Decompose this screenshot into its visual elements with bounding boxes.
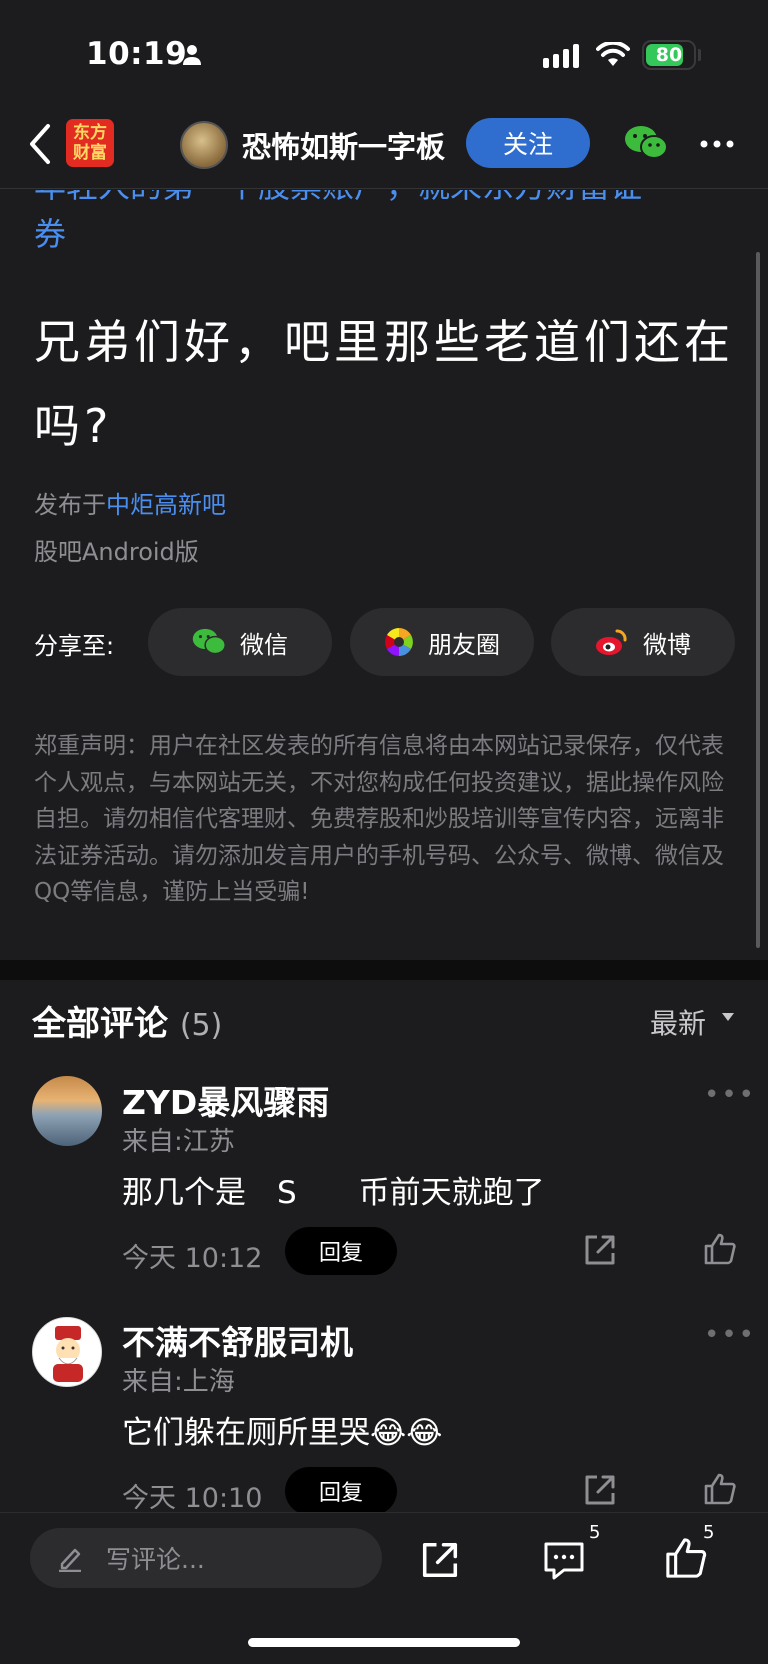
section-divider	[0, 960, 768, 980]
person-icon	[183, 45, 201, 65]
share-moments-button[interactable]: 朋友圈	[350, 608, 534, 676]
posted-in: 发布于中炬高新吧	[34, 485, 226, 520]
wifi-icon	[596, 42, 630, 66]
more-options-icon[interactable]	[700, 140, 734, 148]
comment-placeholder: 写评论...	[106, 1545, 205, 1574]
moments-icon	[385, 628, 413, 656]
comment-author[interactable]: ZYD暴风骤雨	[122, 1076, 329, 1124]
avatar-illustration	[53, 1326, 83, 1382]
status-time: 10:19	[86, 36, 188, 72]
comment-text: 那几个是 S 币前天就跑了	[122, 1175, 545, 1211]
comment-avatar[interactable]	[32, 1076, 102, 1146]
comment-more-icon[interactable]: •••	[704, 1320, 756, 1350]
home-indicator[interactable]	[248, 1638, 520, 1647]
share-wechat-label: 微信	[240, 630, 288, 659]
sort-caret-icon[interactable]	[722, 1013, 734, 1021]
battery-level: 80	[655, 44, 683, 66]
comment-count-badge: 5	[589, 1522, 601, 1543]
share-icon[interactable]	[583, 1233, 617, 1267]
board-link[interactable]: 中炬高新吧	[106, 491, 226, 519]
comment-time: 今天 10:10	[122, 1483, 263, 1514]
back-arrow-icon[interactable]	[26, 122, 52, 166]
comment-text: 它们躲在厕所里哭😂😂	[122, 1415, 443, 1451]
wechat-share-icon[interactable]	[624, 125, 668, 161]
post-title: 兄弟们好，吧里那些老道们还在吗?	[34, 315, 734, 453]
pencil-icon	[59, 1548, 81, 1572]
comment-time: 今天 10:12	[122, 1243, 263, 1274]
client-source: 股吧Android版	[34, 538, 199, 566]
reply-button[interactable]: 回复	[285, 1467, 397, 1515]
comment-input[interactable]: 写评论...	[30, 1528, 382, 1588]
follow-button[interactable]: 关注	[466, 118, 590, 168]
reply-button[interactable]: 回复	[285, 1227, 397, 1275]
promo-link-line2: 券	[34, 215, 67, 253]
wechat-icon	[192, 628, 226, 655]
share-icon[interactable]	[420, 1540, 460, 1580]
like-count-badge: 5	[703, 1522, 715, 1543]
disclaimer-text: 郑重声明：用户在社区发表的所有信息将由本网站记录保存，仅代表个人观点，与本网站无…	[34, 733, 724, 905]
app-logo[interactable]: 东方 财富	[66, 119, 114, 167]
like-icon[interactable]	[703, 1232, 737, 1266]
share-label: 分享至:	[34, 632, 115, 660]
battery-tip	[698, 49, 701, 61]
comment-avatar[interactable]	[32, 1317, 102, 1387]
weibo-icon	[596, 629, 627, 655]
share-weibo-label: 微博	[643, 630, 691, 659]
share-weibo-button[interactable]: 微博	[551, 608, 735, 676]
comment-more-icon[interactable]: •••	[704, 1080, 756, 1110]
cellular-signal-icon	[543, 44, 579, 68]
comment-author[interactable]: 不满不舒服司机	[122, 1316, 353, 1364]
comment-icon[interactable]	[542, 1538, 586, 1582]
author-name[interactable]: 恐怖如斯一字板	[242, 124, 445, 166]
logo-text-line1: 东方	[73, 123, 107, 143]
comments-header: 全部评论 (5)	[32, 996, 222, 1045]
comment-location: 来自:江苏	[122, 1127, 235, 1157]
scrollbar[interactable]	[756, 252, 760, 948]
share-moments-label: 朋友圈	[428, 630, 500, 659]
posted-prefix: 发布于	[34, 491, 106, 519]
like-icon[interactable]	[664, 1536, 708, 1580]
comments-title: 全部评论	[32, 1004, 168, 1044]
share-icon[interactable]	[583, 1473, 617, 1507]
comment-location: 来自:上海	[122, 1367, 235, 1397]
share-wechat-button[interactable]: 微信	[148, 608, 332, 676]
promo-link[interactable]: 年轻人的第一个股票账户，就来东方财富证 券	[34, 190, 734, 265]
promo-link-line1: 年轻人的第一个股票账户，就来东方财富证	[34, 190, 734, 210]
logo-text-line2: 财富	[73, 143, 107, 163]
author-avatar[interactable]	[180, 121, 228, 169]
comments-count: (5)	[179, 1008, 223, 1043]
like-icon[interactable]	[703, 1472, 737, 1506]
nav-divider	[0, 188, 768, 189]
sort-dropdown[interactable]: 最新	[650, 1002, 706, 1042]
battery-indicator: 80	[642, 40, 696, 70]
